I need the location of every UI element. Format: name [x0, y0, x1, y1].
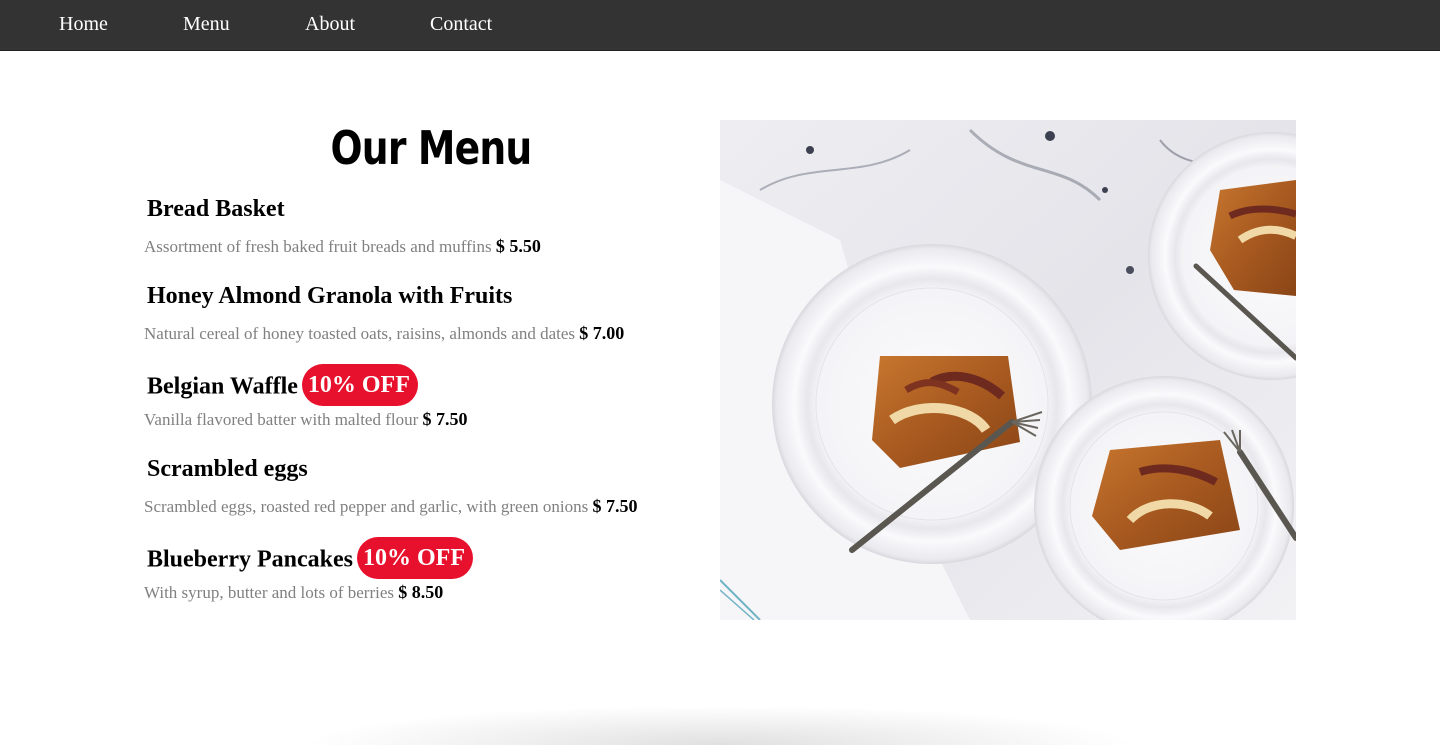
discount-badge: 10% OFF: [356, 537, 473, 579]
nav-link-home[interactable]: Home: [59, 12, 108, 36]
menu-item-price: $ 5.50: [495, 236, 541, 256]
footer-shadow: [300, 705, 1140, 745]
menu-item-price: $ 7.50: [422, 409, 468, 429]
menu-item-price: $ 8.50: [398, 582, 444, 602]
menu-item-description: Assortment of fresh baked fruit breads a…: [144, 236, 541, 256]
menu-item-price: $ 7.00: [579, 323, 625, 343]
menu-item-name: Blueberry Pancakes 10% OFF: [147, 537, 473, 582]
menu-item-name: Honey Almond Granola with Fruits: [147, 283, 513, 309]
menu-item-name: Bread Basket: [147, 196, 285, 222]
nav-link-menu[interactable]: Menu: [183, 12, 230, 36]
menu-item-name: Belgian Waffle 10% OFF: [147, 364, 418, 409]
page-title: Our Menu: [330, 121, 533, 175]
menu-item-description: Vanilla flavored batter with malted flou…: [144, 409, 468, 429]
menu-item-name: Scrambled eggs: [147, 456, 308, 482]
food-photo: [720, 120, 1296, 620]
menu-item-description: With syrup, butter and lots of berries $…: [144, 582, 444, 602]
discount-badge: 10% OFF: [301, 364, 418, 406]
nav-link-about[interactable]: About: [305, 12, 355, 36]
nav-link-contact[interactable]: Contact: [430, 12, 492, 36]
menu-item-description: Scrambled eggs, roasted red pepper and g…: [144, 496, 638, 516]
menu-item-description: Natural cereal of honey toasted oats, ra…: [144, 323, 625, 343]
top-navigation-bar: Home Menu About Contact: [0, 0, 1440, 51]
menu-item-price: $ 7.50: [592, 496, 638, 516]
